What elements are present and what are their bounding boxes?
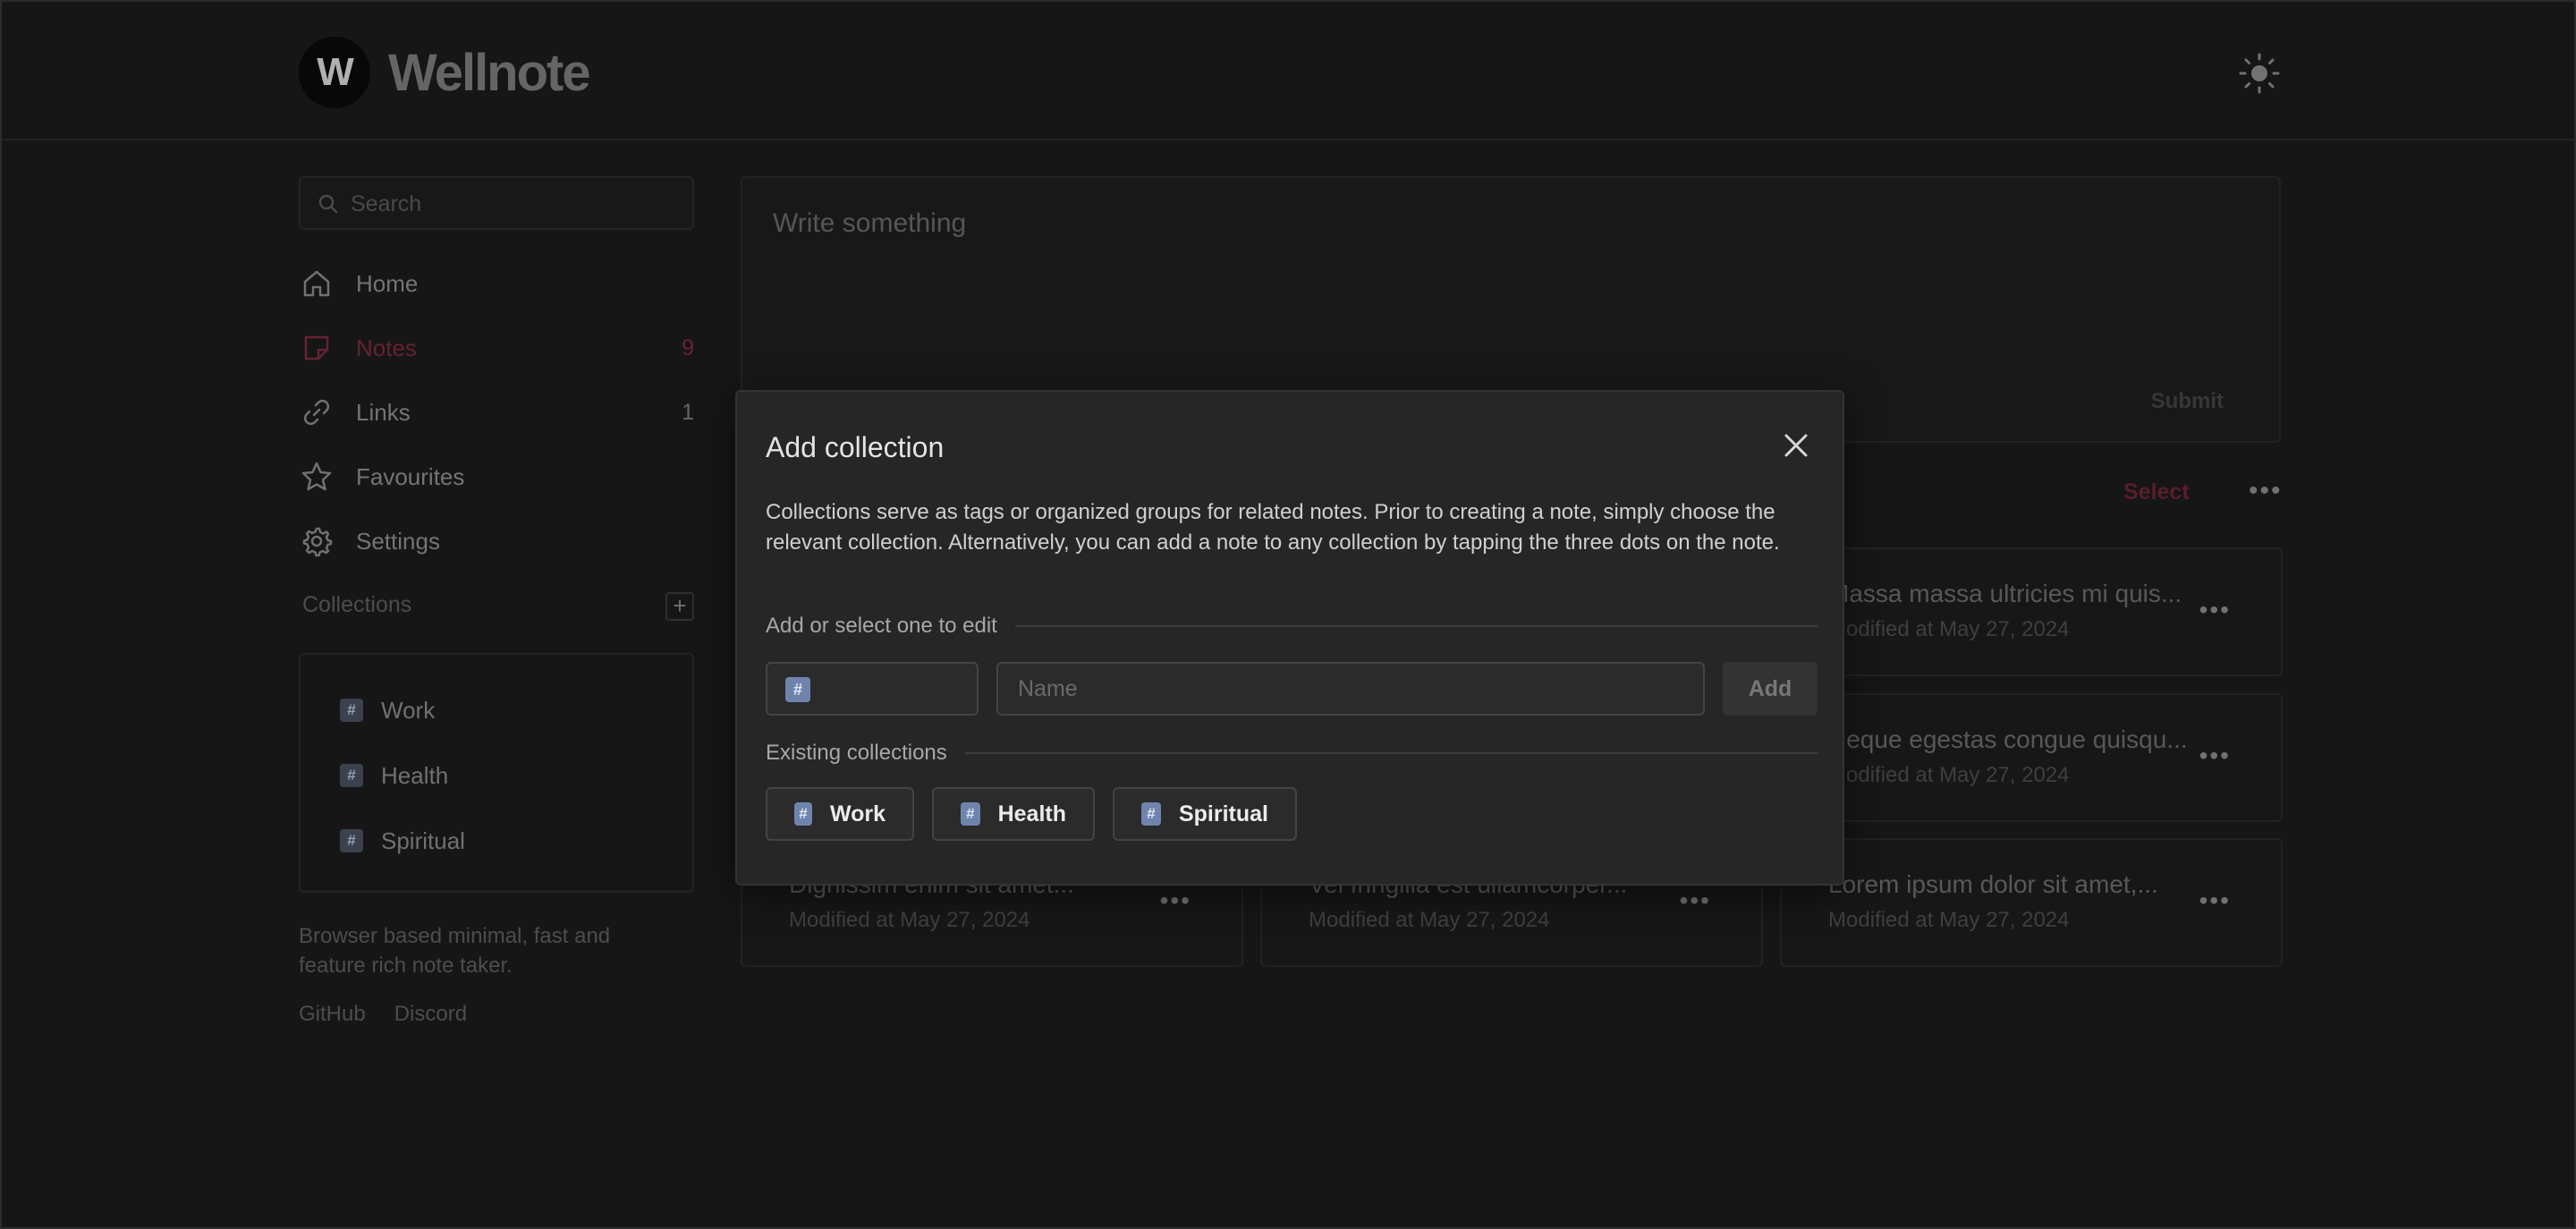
divider — [1014, 625, 1818, 627]
hash-icon: # — [1141, 802, 1161, 826]
existing-section-divider: Existing collections — [766, 741, 1818, 766]
hash-icon: # — [961, 802, 980, 826]
existing-section-label: Existing collections — [766, 741, 947, 765]
dialog-description: Collections serve as tags or organized g… — [766, 500, 1780, 555]
add-section-divider: Add or select one to edit — [766, 614, 1818, 639]
app-window: W Wellnote Search Home Notes 9 Links 1 F… — [0, 0, 2576, 1229]
hash-icon: # — [785, 677, 810, 702]
chip-label: Health — [997, 801, 1066, 826]
icon-picker-field[interactable]: # — [766, 662, 979, 716]
collection-name-input[interactable] — [996, 662, 1705, 716]
existing-collection-spiritual[interactable]: # Spiritual — [1113, 787, 1297, 841]
close-icon[interactable] — [1780, 429, 1812, 462]
divider — [964, 752, 1818, 754]
chip-label: Spiritual — [1178, 801, 1268, 826]
dialog-title: Add collection — [766, 431, 945, 463]
existing-collection-health[interactable]: # Health — [932, 787, 1095, 841]
add-section-label: Add or select one to edit — [766, 614, 997, 638]
add-collection-dialog: Add collection Collections serve as tags… — [735, 390, 1844, 886]
hash-icon: # — [794, 802, 812, 826]
existing-collection-work[interactable]: # Work — [766, 787, 914, 841]
add-button[interactable]: Add — [1723, 662, 1818, 716]
chip-label: Work — [829, 801, 886, 826]
